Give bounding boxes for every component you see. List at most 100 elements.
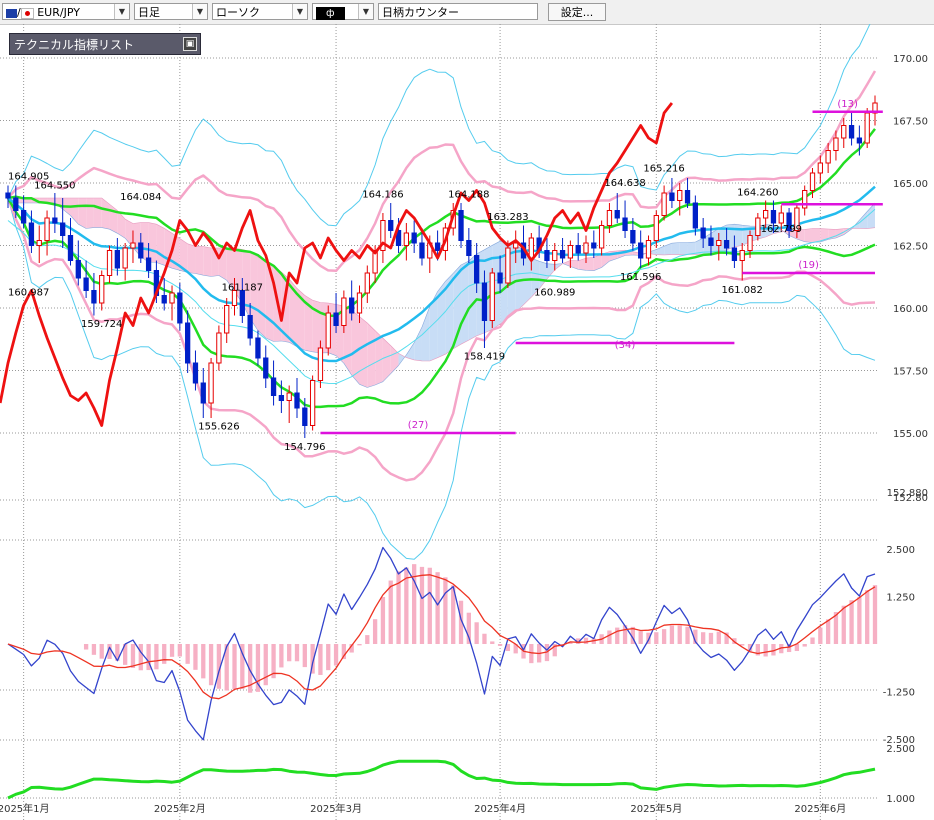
candle-body	[583, 242, 589, 254]
macd-histogram-bar	[357, 644, 362, 646]
candle-body	[349, 297, 355, 314]
price-axis-tick: 152.80	[893, 493, 928, 504]
chart-area[interactable]: (27)(34)(13)(19)164.905164.550164.084160…	[0, 24, 934, 820]
candle-body	[567, 245, 574, 259]
candle-body	[60, 222, 66, 236]
date-axis-label: 2025年3月	[310, 802, 362, 815]
candle-body	[130, 242, 136, 249]
candle-body	[481, 282, 488, 321]
candle-body	[224, 305, 230, 334]
counter-field[interactable]: 日柄カウンター	[378, 3, 538, 20]
macd-histogram-bar	[185, 644, 190, 664]
chevron-down-icon[interactable]: ▼	[114, 4, 129, 19]
price-label: 165.216	[643, 164, 684, 175]
sub-axis-tick: 2.500	[886, 545, 915, 556]
candle-body	[145, 257, 152, 271]
candle-body	[864, 112, 870, 144]
candle-body	[122, 247, 128, 269]
macd-histogram-bar	[872, 585, 878, 644]
candle-body	[833, 137, 839, 151]
price-label: 155.626	[198, 421, 239, 432]
candle-body	[809, 172, 816, 191]
candle-body	[255, 337, 261, 359]
candle-body	[341, 297, 347, 326]
candle-body	[466, 240, 472, 256]
candle-body	[505, 247, 511, 284]
price-label: 161.596	[620, 272, 661, 283]
macd-histogram-bar	[763, 644, 768, 657]
candle-body	[99, 275, 105, 304]
cloud-segment	[687, 242, 696, 255]
candle-body	[20, 210, 27, 224]
macd-histogram-bar	[177, 644, 182, 657]
price-label: 161.082	[722, 285, 763, 296]
close-icon[interactable]: ▣	[183, 37, 197, 51]
macd-histogram-bar	[302, 644, 307, 668]
cloud-segment	[461, 261, 469, 345]
macd-histogram-bar	[333, 644, 339, 666]
timeframe-label: 日足	[138, 6, 160, 19]
macd-histogram-bar	[849, 600, 854, 644]
candle-body	[356, 292, 363, 314]
counter-label: 日柄カウンター	[382, 6, 459, 19]
candle-body	[36, 240, 42, 246]
candle-body	[192, 362, 199, 384]
macd-histogram-bar	[380, 596, 386, 644]
cloud-segment	[351, 310, 360, 385]
candle-body	[661, 192, 667, 216]
candle-body	[528, 237, 534, 259]
sub-axis-tick: 2.500	[886, 744, 915, 755]
macd-histogram-bar	[677, 625, 682, 644]
timeframe-select[interactable]: 日足 ▼	[134, 3, 208, 20]
price-axis-tick: 155.00	[893, 429, 928, 440]
candle-body	[294, 392, 300, 409]
macd-histogram-bar	[857, 597, 862, 644]
chevron-down-icon[interactable]: ▼	[292, 4, 307, 19]
macd-histogram-bar	[138, 644, 143, 671]
technical-indicator-panel[interactable]: テクニカル指標リスト ▣	[9, 33, 201, 55]
cloud-segment	[414, 327, 422, 361]
price-axis-tick: 170.00	[893, 54, 928, 65]
candle-body	[598, 225, 605, 249]
price-label: 160.989	[534, 287, 575, 298]
macd-histogram-bar	[685, 626, 690, 644]
macd-histogram-bar	[607, 630, 612, 644]
date-axis-label: 2025年5月	[630, 802, 682, 815]
date-axis-label: 2025年2月	[154, 802, 206, 815]
cloud-segment	[578, 258, 586, 271]
candle-body	[778, 212, 784, 224]
candle-body	[317, 347, 324, 381]
price-label: 159.724	[81, 319, 122, 330]
candle-body	[309, 380, 316, 426]
macd-histogram-bar	[583, 637, 589, 644]
macd-histogram-bar	[208, 644, 214, 686]
cloud-segment	[148, 222, 157, 263]
technical-indicator-title: テクニカル指標リスト	[14, 38, 135, 52]
candle-body	[770, 210, 777, 224]
chevron-down-icon[interactable]: ▼	[358, 4, 373, 19]
macd-histogram-bar	[365, 635, 370, 644]
cloud-segment	[203, 246, 212, 277]
candle-body	[692, 202, 698, 229]
macd-histogram-bar	[802, 644, 807, 647]
candle-body	[606, 210, 613, 226]
candle-body	[677, 190, 683, 201]
candle-body	[263, 357, 269, 379]
cloud-segment	[804, 228, 813, 243]
macd-histogram-bar	[482, 633, 487, 644]
draw-tool-select[interactable]: ф ▼	[312, 3, 374, 20]
macd-histogram-bar	[615, 627, 620, 644]
settings-button[interactable]: 設定...	[548, 3, 606, 21]
candle-body	[67, 235, 74, 261]
symbol-select[interactable]: / EUR/JPY ▼	[2, 3, 130, 20]
price-label: 161.187	[222, 282, 263, 293]
price-label: 164.186	[362, 189, 403, 200]
chevron-down-icon[interactable]: ▼	[192, 4, 207, 19]
sub-axis-tick: -1.250	[883, 688, 915, 699]
candle-body	[763, 210, 769, 219]
macd-histogram-bar	[865, 590, 870, 644]
chart-type-select[interactable]: ローソク ▼	[212, 3, 308, 20]
macd-histogram-bar	[701, 632, 706, 644]
candle-body	[216, 332, 222, 364]
eu-flag-icon	[6, 8, 17, 18]
